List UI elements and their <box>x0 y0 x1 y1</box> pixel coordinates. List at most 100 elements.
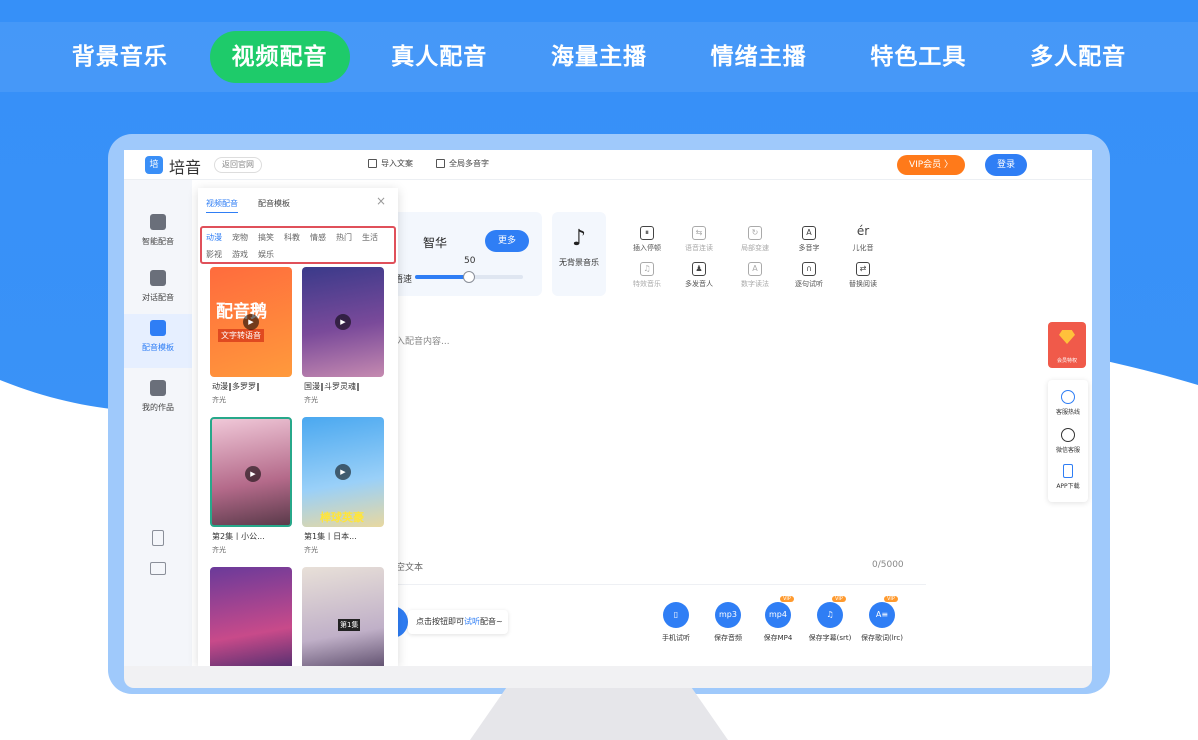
polyphonic-button[interactable]: 全局多音字 <box>436 158 489 169</box>
category-pets[interactable]: 宠物 <box>232 232 248 243</box>
tab-emotion-anchors[interactable]: 情绪主播 <box>689 31 829 83</box>
vip-badge: VIP <box>780 596 794 602</box>
save-lrc-button[interactable]: VIP A≡ 保存歌词(lrc) <box>854 596 910 643</box>
import-label: 导入文案 <box>381 159 413 168</box>
tool-label: 数字读法 <box>741 280 769 288</box>
mobile-preview-button[interactable]: ▯ 手机试听 <box>648 602 704 643</box>
play-icon: ▶ <box>245 466 261 482</box>
tool-label: 多音字 <box>798 244 820 252</box>
save-audio-button[interactable]: mp3 保存音频 <box>700 602 756 643</box>
desktop-icon[interactable] <box>150 562 166 575</box>
category-games[interactable]: 游戏 <box>232 249 248 260</box>
more-voices-button[interactable]: 更多 <box>485 230 529 252</box>
category-funny[interactable]: 搞笑 <box>258 232 274 243</box>
tab-multi-person[interactable]: 多人配音 <box>1008 31 1148 83</box>
category-hot[interactable]: 热门 <box>336 232 352 243</box>
wechat-service-button[interactable]: 微信客服 <box>1048 428 1088 454</box>
vip-badge: VIP <box>884 596 898 602</box>
panel-tab-video[interactable]: 视频配音 <box>206 198 238 213</box>
tool-number-reading[interactable]: A 数字读法 <box>732 262 778 289</box>
tool-label: 儿化音 <box>852 244 874 252</box>
users-icon <box>150 270 166 286</box>
rail-label: 配音模板 <box>142 343 174 352</box>
template-card[interactable]: ▶ 第2集丨小公... 齐光 <box>210 417 292 555</box>
mp3-icon: mp3 <box>715 602 741 628</box>
action-label: 保存字幕(srt) <box>808 634 852 642</box>
category-entertainment[interactable]: 娱乐 <box>258 249 274 260</box>
mobile-icon[interactable] <box>152 530 164 546</box>
text-input-placeholder[interactable]: 入配音内容... <box>396 334 450 347</box>
tool-label: 插入停顿 <box>633 244 661 252</box>
tool-erhua[interactable]: ér 儿化音 <box>840 224 886 253</box>
vip-badge: VIP <box>832 596 846 602</box>
category-anime[interactable]: 动漫 <box>206 232 222 243</box>
panel-tab-templates[interactable]: 配音模板 <box>258 198 290 209</box>
save-srt-button[interactable]: VIP ♫ 保存字幕(srt) <box>802 596 858 643</box>
tool-local-speed[interactable]: ↻ 局部变速 <box>732 226 778 253</box>
tool-sentence-preview[interactable]: ∩ 逐句试听 <box>786 262 832 289</box>
import-text-button[interactable]: 导入文案 <box>368 158 413 169</box>
category-emotion[interactable]: 情感 <box>310 232 326 243</box>
member-label: 会员特权 <box>1056 358 1077 364</box>
divider <box>356 584 926 585</box>
char-counter: 0/5000 <box>872 560 904 570</box>
thumb-title: 第1集 <box>338 619 361 631</box>
left-rail: 智能配音 对话配音 配音模板 我的作品 <box>124 180 192 666</box>
category-science[interactable]: 科教 <box>284 232 300 243</box>
tool-polyphonic[interactable]: A 多音字 <box>786 226 832 253</box>
rail-dialog-dubbing[interactable]: 对话配音 <box>124 264 192 318</box>
close-icon[interactable]: × <box>376 194 386 208</box>
tool-effect-music[interactable]: ♫ 特效音乐 <box>624 262 670 289</box>
tool-insert-pause[interactable]: ⏸ 插入停顿 <box>624 226 670 253</box>
tab-background-music[interactable]: 背景音乐 <box>50 31 190 83</box>
member-privilege-button[interactable]: 会员特权 <box>1048 322 1086 368</box>
monitor-stand <box>470 688 728 740</box>
bgm-label: 无背景音乐 <box>559 258 599 267</box>
template-card[interactable]: ▶ 国漫‖斗罗灵魂‖ 齐光 <box>302 267 384 405</box>
category-life[interactable]: 生活 <box>362 232 378 243</box>
er-icon: ér <box>856 224 870 238</box>
speed-value: 50 <box>464 256 476 266</box>
tool-label: 逐句试听 <box>795 280 823 288</box>
import-icon <box>368 159 377 168</box>
template-thumbnail: 第1集 <box>302 567 384 666</box>
template-card[interactable] <box>210 567 292 666</box>
thumb-title: 配音鹅 <box>216 302 267 322</box>
tab-massive-anchors[interactable]: 海量主播 <box>529 31 669 83</box>
tool-linked-reading[interactable]: ⇆ 语音连读 <box>676 226 722 253</box>
lyrics-icon: A≡ <box>869 602 895 628</box>
template-thumbnail <box>210 567 292 666</box>
app-download-button[interactable]: APP下载 <box>1048 464 1088 490</box>
tool-replace-reading[interactable]: ⇄ 替换阅读 <box>840 262 886 289</box>
link-icon: ⇆ <box>692 226 706 240</box>
template-thumbnail: ▶ <box>302 267 384 377</box>
tab-human-dubbing[interactable]: 真人配音 <box>369 31 509 83</box>
back-to-site-button[interactable]: 返回官网 <box>214 157 262 173</box>
tab-special-tools[interactable]: 特色工具 <box>848 31 988 83</box>
preview-tip: 点击按钮即可试听配音~ <box>408 610 508 634</box>
tool-multi-speaker[interactable]: ♟ 多发音人 <box>676 262 722 289</box>
app-header: 培 培音 返回官网 导入文案 全局多音字 VIP会员 〉 登录 <box>124 150 1092 180</box>
speed-slider-knob[interactable] <box>463 271 475 283</box>
background-music-button[interactable]: ♪ 无背景音乐 <box>552 212 606 296</box>
save-mp4-button[interactable]: VIP mp4 保存MP4 <box>750 596 806 643</box>
clear-text-button[interactable]: 空文本 <box>396 560 423 573</box>
rail-templates[interactable]: 配音模板 <box>124 314 192 368</box>
template-card[interactable]: 第1集 <box>302 567 384 666</box>
speaker-icon <box>150 214 166 230</box>
rail-smart-dubbing[interactable]: 智能配音 <box>124 208 192 262</box>
template-card[interactable]: 棒球英豪 ▶ 第1集丨日本... 齐光 <box>302 417 384 555</box>
hotline-button[interactable]: 客服热线 <box>1048 390 1088 416</box>
login-button[interactable]: 登录 <box>985 154 1027 176</box>
template-author: 齐光 <box>304 396 318 404</box>
number-icon: A <box>748 262 762 276</box>
vip-button[interactable]: VIP会员 〉 <box>897 155 965 175</box>
speed-slider[interactable] <box>415 271 523 283</box>
scan-icon <box>436 159 445 168</box>
rail-label: 对话配音 <box>142 293 174 302</box>
rail-my-works[interactable]: 我的作品 <box>124 374 192 428</box>
tip-highlight: 试听 <box>464 617 480 626</box>
category-film[interactable]: 影视 <box>206 249 222 260</box>
tab-video-dubbing[interactable]: 视频配音 <box>209 31 350 83</box>
template-card[interactable]: 配音鹅 文字转语音 ▶ 动漫‖多罗罗‖ 齐光 <box>210 267 292 405</box>
